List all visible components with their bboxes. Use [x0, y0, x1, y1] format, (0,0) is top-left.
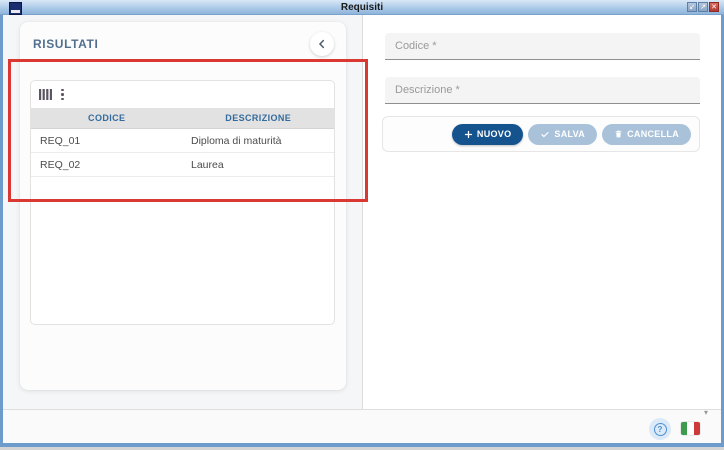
- chevron-left-icon: [318, 39, 325, 49]
- salva-label: SALVA: [554, 129, 586, 139]
- results-table-card: CODICE DESCRIZIONE REQ_01 Diploma di mat…: [30, 80, 335, 325]
- descrizione-field-wrap: [385, 77, 700, 104]
- footer-bar: ? ▾: [3, 408, 721, 443]
- table-header-row: CODICE DESCRIZIONE: [31, 108, 334, 129]
- salva-button[interactable]: SALVA: [528, 123, 598, 145]
- cancella-label: CANCELLA: [627, 129, 679, 139]
- cell-descrizione: Laurea: [191, 158, 224, 171]
- minimize-icon[interactable]: ↙: [687, 2, 697, 12]
- window-title: Requisiti: [340, 1, 384, 13]
- trash-icon: [615, 130, 622, 138]
- results-panel-title: RISULTATI: [33, 37, 99, 51]
- cell-codice: REQ_02: [40, 158, 81, 171]
- column-header-codice[interactable]: CODICE: [31, 108, 183, 128]
- check-icon: [541, 131, 550, 137]
- window-controls: ↙ ↗ ✕: [687, 2, 719, 12]
- cell-codice: REQ_01: [40, 134, 81, 147]
- columns-icon[interactable]: [39, 88, 52, 101]
- close-icon[interactable]: ✕: [709, 2, 719, 12]
- chevron-down-icon: ▾: [704, 408, 709, 417]
- maximize-icon[interactable]: ↗: [698, 2, 708, 12]
- results-card: RISULTATI CODICE DESCRIZIONE REQ_01 Dipl…: [20, 22, 346, 390]
- nuovo-button[interactable]: NUOVO: [451, 123, 524, 145]
- cancella-button[interactable]: CANCELLA: [602, 123, 691, 145]
- app-window: Requisiti ↙ ↗ ✕ RISULTATI CODICE DESCRIZ…: [0, 0, 724, 447]
- help-button[interactable]: ?: [649, 418, 671, 440]
- results-region: RISULTATI CODICE DESCRIZIONE REQ_01 Dipl…: [3, 15, 368, 409]
- content-area: RISULTATI CODICE DESCRIZIONE REQ_01 Dipl…: [3, 15, 721, 443]
- kebab-menu-icon[interactable]: [59, 87, 66, 103]
- nuovo-label: NUOVO: [476, 129, 512, 139]
- table-toolbar: [31, 81, 334, 108]
- app-icon: [9, 2, 22, 15]
- codice-input[interactable]: [385, 33, 700, 59]
- table-row[interactable]: REQ_01 Diploma di maturità: [31, 129, 334, 153]
- table-row[interactable]: REQ_02 Laurea: [31, 153, 334, 177]
- descrizione-input[interactable]: [385, 77, 700, 103]
- cell-descrizione: Diploma di maturità: [191, 134, 282, 147]
- collapse-panel-button[interactable]: [310, 32, 334, 56]
- question-mark-icon: ?: [653, 422, 667, 436]
- column-header-descrizione[interactable]: DESCRIZIONE: [183, 108, 335, 128]
- italian-flag-icon[interactable]: [681, 422, 700, 435]
- plus-icon: [464, 130, 473, 138]
- title-bar[interactable]: Requisiti: [0, 0, 724, 15]
- form-actions-bar: NUOVO SALVA CANCELLA: [382, 116, 700, 152]
- codice-field-wrap: [385, 33, 700, 60]
